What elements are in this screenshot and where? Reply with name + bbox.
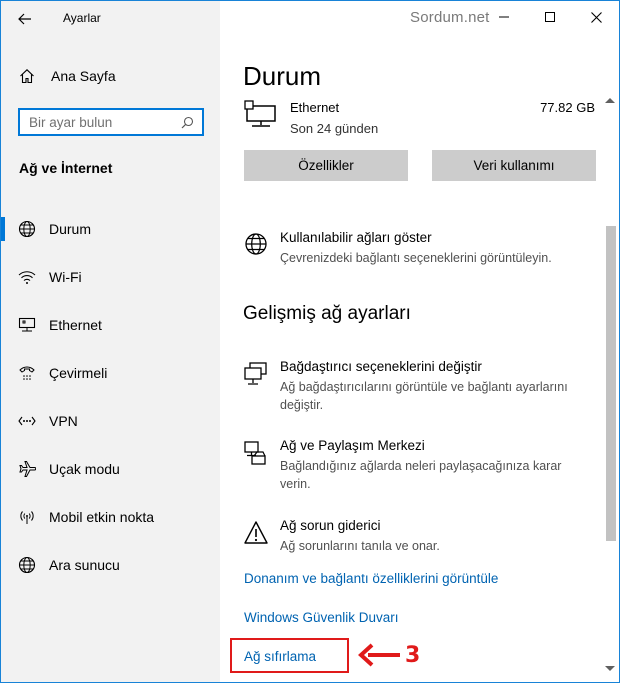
search-box[interactable] [18, 108, 204, 136]
globe-icon [17, 555, 37, 575]
hardware-properties-link[interactable]: Donanım ve bağlantı özelliklerini görünt… [244, 571, 498, 586]
sidebar-item-wifi[interactable]: Wi-Fi [1, 253, 220, 301]
sidebar-item-label: VPN [49, 413, 78, 429]
sidebar-item-label: Çevirmeli [49, 365, 108, 381]
annotation-arrow-icon [358, 643, 400, 667]
dialup-icon [17, 363, 37, 383]
page-title: Durum [243, 61, 322, 91]
setting-desc: Çevrenizdeki bağlantı seçeneklerini görü… [280, 251, 552, 265]
active-indicator [1, 217, 5, 241]
sidebar-nav: Durum Wi-Fi Ethernet Çevirmeli VPN Uçak … [1, 205, 220, 589]
wifi-icon [17, 267, 37, 287]
watermark: Sordum.net [410, 9, 490, 26]
setting-title: Ağ sorun giderici [280, 518, 381, 533]
sidebar-item-label: Ara sunucu [49, 557, 120, 573]
adapter-options-setting[interactable]: Bağdaştırıcı seçeneklerini değiştir Ağ b… [243, 359, 593, 415]
ethernet-usage: 77.82 GB [540, 100, 595, 115]
maximize-button[interactable] [527, 1, 573, 33]
data-usage-button[interactable]: Veri kullanımı [432, 150, 596, 181]
scroll-up-icon[interactable] [604, 96, 616, 104]
hotspot-icon [17, 507, 37, 527]
airplane-icon [17, 459, 37, 479]
annotation-step-number: 3 [405, 643, 421, 668]
sharing-center-setting[interactable]: Ağ ve Paylaşım Merkezi Bağlandığınız ağl… [243, 438, 593, 494]
section-title: Ağ ve İnternet [19, 160, 113, 176]
show-networks-setting[interactable]: Kullanılabilir ağları göster Çevrenizdek… [243, 230, 593, 270]
sidebar-item-label: Uçak modu [49, 461, 120, 477]
troubleshooter-setting[interactable]: Ağ sorun giderici Ağ sorunlarını tanıla … [243, 518, 593, 558]
sidebar-item-durum[interactable]: Durum [1, 205, 220, 253]
home-icon [19, 68, 35, 84]
scroll-down-icon[interactable] [604, 665, 616, 673]
setting-title: Bağdaştırıcı seçeneklerini değiştir [280, 359, 482, 374]
sidebar-item-label: Mobil etkin nokta [49, 509, 155, 525]
setting-title: Kullanılabilir ağları göster [280, 230, 432, 245]
sidebar-item-ara-sunucu[interactable]: Ara sunucu [1, 541, 220, 589]
search-input[interactable] [20, 114, 170, 130]
minimize-button[interactable] [481, 1, 527, 33]
sidebar-item-label: Durum [49, 221, 92, 237]
globe-icon [245, 233, 267, 255]
app-title: Ayarlar [63, 11, 101, 25]
sidebar-item-vpn[interactable]: VPN [1, 397, 220, 445]
advanced-heading: Gelişmiş ağ ayarları [243, 303, 411, 324]
close-button[interactable] [573, 1, 619, 33]
setting-desc: Ağ sorunlarını tanıla ve onar. [280, 539, 440, 553]
close-icon [590, 11, 602, 23]
setting-desc: Bağlandığınız ağlarda neleri paylaşacağı… [280, 459, 562, 491]
vpn-icon [17, 411, 37, 431]
highlight-box [230, 638, 349, 673]
sidebar: Ayarlar Ana Sayfa Ağ ve İnternet Durum [1, 1, 220, 682]
home-link[interactable]: Ana Sayfa [1, 59, 220, 93]
main-content: Durum Ethernet Son 24 günden 77.82 GB Öz… [220, 33, 601, 682]
sidebar-item-cevirmeli[interactable]: Çevirmeli [1, 349, 220, 397]
globe-icon [17, 219, 37, 239]
maximize-icon [545, 12, 555, 22]
back-arrow-icon [18, 13, 31, 25]
ethernet-period: Son 24 günden [290, 121, 379, 136]
sidebar-item-label: Wi-Fi [49, 269, 82, 285]
search-icon[interactable] [181, 116, 194, 134]
back-button[interactable] [9, 5, 41, 33]
settings-window: Ayarlar Ana Sayfa Ağ ve İnternet Durum [0, 0, 620, 683]
sidebar-item-ucak-modu[interactable]: Uçak modu [1, 445, 220, 493]
adapter-icon [244, 362, 267, 385]
ethernet-icon [17, 315, 37, 335]
sidebar-item-ethernet[interactable]: Ethernet [1, 301, 220, 349]
setting-title: Ağ ve Paylaşım Merkezi [280, 438, 425, 453]
scrollbar-thumb[interactable] [606, 226, 616, 541]
ethernet-status-icon [244, 100, 276, 127]
warning-icon [244, 521, 268, 544]
sharing-center-icon [244, 441, 266, 465]
ethernet-name: Ethernet [290, 100, 340, 115]
home-label: Ana Sayfa [51, 68, 116, 84]
properties-button[interactable]: Özellikler [244, 150, 408, 181]
sidebar-item-mobil-etkin-nokta[interactable]: Mobil etkin nokta [1, 493, 220, 541]
setting-desc: Ağ bağdaştırıcılarını görüntüle ve bağla… [280, 380, 568, 412]
minimize-icon [499, 16, 509, 18]
firewall-link[interactable]: Windows Güvenlik Duvarı [244, 610, 399, 625]
sidebar-item-label: Ethernet [49, 317, 102, 333]
